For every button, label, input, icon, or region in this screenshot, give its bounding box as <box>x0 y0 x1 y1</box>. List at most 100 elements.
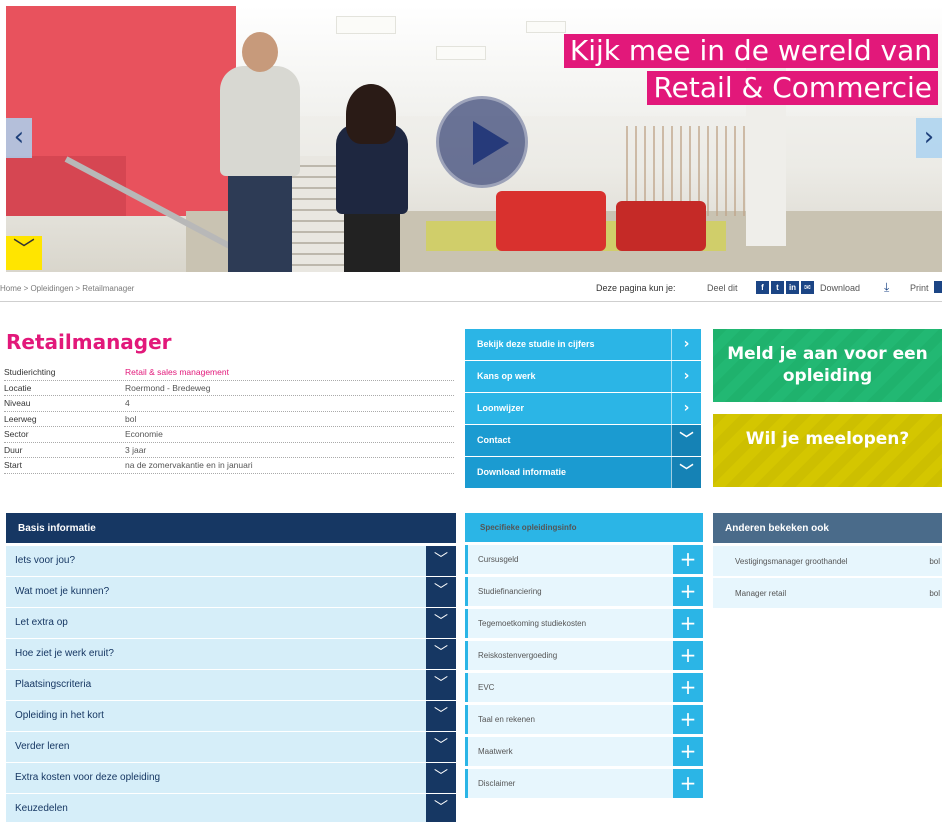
accordion-item[interactable]: Wat moet je kunnen? ﹀ <box>6 577 456 607</box>
plus-icon[interactable]: + <box>673 705 703 734</box>
kans-op-werk-button[interactable]: Kans op werk › <box>465 361 701 392</box>
accordion-label: Let extra op <box>15 617 68 628</box>
spec-label: Disclaimer <box>478 779 516 788</box>
plus-icon[interactable]: + <box>673 769 703 798</box>
chevron-right-icon: › <box>671 329 701 360</box>
fact-key: Start <box>4 460 22 470</box>
facebook-icon[interactable]: f <box>756 281 769 294</box>
breadcrumb-bar: Home > Opleidingen > Retailmanager Deze … <box>0 276 942 302</box>
meld-aan-button[interactable]: Meld je aan voor een opleiding <box>713 329 942 402</box>
chevron-down-icon: ﹀ <box>671 425 701 456</box>
chevron-down-icon[interactable]: ﹀ <box>6 236 42 270</box>
print-link[interactable]: Print <box>910 283 929 293</box>
hero-photo-person <box>242 32 278 72</box>
hero-photo-person <box>228 166 292 272</box>
plus-icon[interactable]: + <box>673 641 703 670</box>
hero-photo-person <box>220 66 300 176</box>
accordion-item[interactable]: Keuzedelen ﹀ <box>6 794 456 822</box>
hero-title-line2: Retail & Commercie <box>647 71 938 105</box>
page-title: Retailmanager <box>6 330 172 354</box>
accordion-item[interactable]: Plaatsingscriteria ﹀ <box>6 670 456 700</box>
spec-label: Studiefinanciering <box>478 587 542 596</box>
slider-next-icon[interactable]: › <box>916 118 942 158</box>
spec-item[interactable]: Tegemoetkoming studiekosten + <box>465 609 703 638</box>
email-icon[interactable]: ✉ <box>801 281 814 294</box>
plus-icon[interactable]: + <box>673 609 703 638</box>
studie-in-cijfers-button[interactable]: Bekijk deze studie in cijfers › <box>465 329 701 360</box>
spec-item[interactable]: EVC + <box>465 673 703 702</box>
twitter-icon[interactable]: t <box>771 281 784 294</box>
spec-item[interactable]: Maatwerk + <box>465 737 703 766</box>
hero-photo-wall-shadow <box>6 156 126 216</box>
download-informatie-button[interactable]: Download informatie ﹀ <box>465 457 701 488</box>
chevron-down-icon[interactable]: ﹀ <box>426 732 456 762</box>
spec-item[interactable]: Cursusgeld + <box>465 545 703 574</box>
hero-photo-person <box>344 206 400 272</box>
chevron-down-icon[interactable]: ﹀ <box>426 639 456 669</box>
chevron-down-icon[interactable]: ﹀ <box>426 794 456 822</box>
spec-label: Taal en rekenen <box>478 715 535 724</box>
related-course-label: Vestigingsmanager groothandel <box>735 557 848 566</box>
chevron-down-icon[interactable]: ﹀ <box>426 701 456 731</box>
fact-value: bol <box>125 413 137 424</box>
fact-value: 4 <box>125 398 130 408</box>
share-label: Deze pagina kun je: <box>596 283 676 293</box>
plus-icon[interactable]: + <box>673 545 703 574</box>
chevron-down-icon[interactable]: ﹀ <box>426 608 456 638</box>
accordion-label: Keuzedelen <box>15 803 68 814</box>
linkedin-icon[interactable]: in <box>786 281 799 294</box>
related-course-leerweg: bol <box>929 557 940 566</box>
accordion-item[interactable]: Iets voor jou? ﹀ <box>6 546 456 576</box>
chevron-down-icon[interactable]: ﹀ <box>426 763 456 793</box>
related-course-item[interactable]: Vestigingsmanager groothandel bol <box>713 546 942 576</box>
play-icon[interactable] <box>436 96 528 188</box>
fact-key: Leerweg <box>4 413 37 424</box>
plus-icon[interactable]: + <box>673 737 703 766</box>
spec-label: EVC <box>478 683 495 692</box>
accordion-item[interactable]: Hoe ziet je werk eruit? ﹀ <box>6 639 456 669</box>
download-icon[interactable]: ⤓ <box>884 280 889 295</box>
chevron-down-icon[interactable]: ﹀ <box>426 546 456 576</box>
plus-icon[interactable]: + <box>673 577 703 606</box>
download-link[interactable]: Download <box>820 283 860 293</box>
breadcrumb[interactable]: Home > Opleidingen > Retailmanager <box>0 284 134 293</box>
spec-item[interactable]: Taal en rekenen + <box>465 705 703 734</box>
related-course-label: Manager retail <box>735 589 787 598</box>
hero-photo-sofa <box>496 191 606 251</box>
accordion-item[interactable]: Let extra op ﹀ <box>6 608 456 638</box>
accordion-label: Hoe ziet je werk eruit? <box>15 648 114 659</box>
fact-row: Sector Economie <box>4 427 454 443</box>
accordion-label: Extra kosten voor deze opleiding <box>15 772 161 783</box>
anderen-bekeken-ook-header: Anderen bekeken ook <box>713 513 942 543</box>
accordion-item[interactable]: Extra kosten voor deze opleiding ﹀ <box>6 763 456 793</box>
slider-prev-icon[interactable]: ‹ <box>6 118 32 158</box>
spec-label: Tegemoetkoming studiekosten <box>478 619 587 628</box>
specifieke-opleidingsinfo-header: Specifieke opleidingsinfo <box>465 513 703 542</box>
spec-item[interactable]: Reiskostenvergoeding + <box>465 641 703 670</box>
chevron-down-icon: ﹀ <box>671 457 701 488</box>
accordion-item[interactable]: Opleiding in het kort ﹀ <box>6 701 456 731</box>
button-label: Bekijk deze studie in cijfers <box>477 339 595 349</box>
fact-key: Locatie <box>4 382 32 393</box>
related-course-item[interactable]: Manager retail bol <box>713 578 942 608</box>
spec-label: Reiskostenvergoeding <box>478 651 558 660</box>
plus-icon[interactable]: + <box>673 673 703 702</box>
hero-photo-light <box>336 16 396 34</box>
fact-row: Duur 3 jaar <box>4 443 454 458</box>
accordion-item[interactable]: Verder leren ﹀ <box>6 732 456 762</box>
fact-value: Economie <box>125 429 163 439</box>
hero-video[interactable]: Kijk mee in de wereld van Retail & Comme… <box>6 6 942 272</box>
spec-item[interactable]: Disclaimer + <box>465 769 703 798</box>
contact-button[interactable]: Contact ﹀ <box>465 425 701 456</box>
fact-key: Duur <box>4 444 23 455</box>
spec-item[interactable]: Studiefinanciering + <box>465 577 703 606</box>
loonwijzer-button[interactable]: Loonwijzer › <box>465 393 701 424</box>
meelopen-button[interactable]: Wil je meelopen? <box>713 414 942 487</box>
hero-photo-light <box>526 21 566 33</box>
hero-title-line1: Kijk mee in de wereld van <box>563 34 938 68</box>
fact-value: 3 jaar <box>125 444 147 455</box>
fact-value: na de zomervakantie en in januari <box>125 460 253 470</box>
chevron-down-icon[interactable]: ﹀ <box>426 577 456 607</box>
chevron-down-icon[interactable]: ﹀ <box>426 670 456 700</box>
print-icon[interactable] <box>934 281 942 293</box>
